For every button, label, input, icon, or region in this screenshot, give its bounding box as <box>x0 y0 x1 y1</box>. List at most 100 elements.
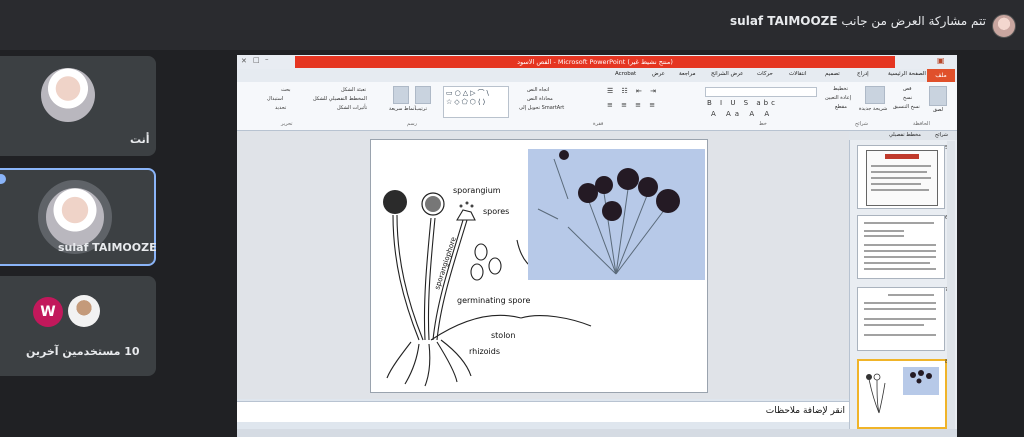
font-group-label: خط <box>759 121 767 127</box>
powerpoint-window: ✕ □ – ▣ الفص الاسود - Microsoft PowerPoi… <box>237 55 957 437</box>
editing-group-label: تحرير <box>281 121 293 127</box>
current-slide[interactable]: sporangium spores sporangiophore germina… <box>370 139 708 393</box>
tile-label-sulaf: sulaf TAIMOOZE <box>58 241 157 254</box>
microscope-image <box>528 149 705 280</box>
thumbnail-text-line <box>871 177 931 179</box>
shapes-gallery[interactable]: ▭○△▷⌒\ ☆◇⬠⬡⟨⟩ <box>443 86 509 118</box>
tab-slideshow[interactable]: عرض الشرائح <box>711 71 743 77</box>
maximize-icon[interactable]: □ <box>253 56 260 64</box>
format-painter-button[interactable]: نسخ التنسيق <box>893 104 920 110</box>
cut-button[interactable]: قص <box>903 86 912 92</box>
minimize-icon[interactable]: – <box>265 55 269 63</box>
ribbon: لصق قص نسخ نسخ التنسيق الحافظة شريحة جدي… <box>237 82 957 131</box>
thumbnail-title-bar <box>885 154 919 159</box>
slide-thumbnail-8-selected[interactable] <box>857 359 947 429</box>
shape-effects-button[interactable]: تأثيرات الشكل <box>337 105 367 111</box>
tab-design[interactable]: تصميم <box>825 71 840 77</box>
paste-label: لصق <box>933 107 944 113</box>
notes-pane[interactable]: انقر لإضافة ملاحظات <box>237 401 851 422</box>
label-germinating-spore: germinating spore <box>457 296 530 305</box>
label-spores: spores <box>483 207 509 216</box>
tab-outline[interactable]: مخطط تفصيلي <box>889 132 921 138</box>
thumbnail-text-line <box>871 171 927 173</box>
label-sporangium: sporangium <box>453 186 501 195</box>
font-name-field[interactable] <box>705 87 817 97</box>
slides-group-label: شرائح <box>855 121 868 127</box>
tab-home[interactable]: الصفحة الرئيسية <box>888 71 926 77</box>
copy-button[interactable]: نسخ <box>903 95 912 101</box>
status-bar <box>237 429 957 437</box>
thumbnail-text-line <box>864 256 936 258</box>
replace-button[interactable]: استبدال <box>267 96 283 102</box>
presenter-prefix: تتم مشاركة العرض من جانب <box>841 14 986 28</box>
smartart-button[interactable]: تحويل إلى SmartArt <box>519 105 564 111</box>
thumbnail-text-line <box>864 308 936 310</box>
tab-animations[interactable]: حركات <box>757 71 773 77</box>
presenter-avatar <box>992 14 1016 38</box>
tab-view[interactable]: عرض <box>652 71 665 77</box>
paste-icon[interactable] <box>929 86 947 106</box>
reset-button[interactable]: إعادة التعيين <box>825 95 851 101</box>
label-stolon: stolon <box>491 331 515 340</box>
shape-fill-button[interactable]: تعبئة الشكل <box>341 87 366 93</box>
clipboard-group-label: الحافظة <box>913 121 930 127</box>
shape-outline-button[interactable]: المخطط التفصيلي للشكل <box>313 96 367 102</box>
slide-thumbnail-5[interactable] <box>857 145 945 209</box>
section-button[interactable]: مقطع <box>835 104 847 110</box>
thumbnail-scrollbar[interactable] <box>947 141 955 429</box>
new-slide-icon[interactable] <box>865 86 885 104</box>
thumbnail-text-line <box>864 302 936 304</box>
paragraph-group-label: فقرة <box>593 121 604 127</box>
avatar <box>41 68 95 122</box>
quick-styles-icon[interactable] <box>393 86 409 104</box>
align-icons[interactable]: ≡ ≡ ≡ ≡ <box>607 101 658 109</box>
thumbnail-text-line <box>864 324 924 326</box>
arrange-label: ترتيب <box>415 106 427 112</box>
select-button[interactable]: تحديد <box>275 105 286 111</box>
slide-thumbnail-6[interactable] <box>857 215 945 279</box>
font-format-icons[interactable]: B I U S abc <box>707 99 778 107</box>
thumbnail-text-line <box>864 235 904 237</box>
thumbnail-text-line <box>871 183 921 185</box>
avatar-w: W <box>33 297 63 327</box>
layout-button[interactable]: تخطيط <box>833 86 848 92</box>
close-icon[interactable]: ✕ <box>241 57 247 65</box>
tab-transitions[interactable]: انتقالات <box>789 71 807 77</box>
tab-insert[interactable]: إدراج <box>857 71 869 77</box>
slide-thumbnail-7[interactable] <box>857 287 945 351</box>
list-icons[interactable]: ☰ ☷ ⇤ ⇥ <box>607 87 659 95</box>
thumbnail-micrograph-drawing <box>910 370 932 384</box>
thumbnail-text-line <box>871 165 931 167</box>
presenter-name: sulaf TAIMOOZE <box>730 14 838 28</box>
micrograph-drawing <box>537 150 680 275</box>
thumbnail-tabs: شرائح مخطط تفصيلي <box>849 131 957 140</box>
tab-slides[interactable]: شرائح <box>935 132 948 138</box>
powerpoint-logo-icon: ▣ <box>937 56 945 65</box>
thumbnail-text-line <box>864 268 936 270</box>
tab-file[interactable]: ملف <box>927 69 955 82</box>
shapes-icons: ☆◇⬠⬡⟨⟩ <box>446 98 488 106</box>
presenter-banner: تتم مشاركة العرض من جانب sulaf TAIMOOZE <box>730 14 986 28</box>
arrange-icon[interactable] <box>415 86 431 104</box>
thumbnail-text-line <box>864 250 936 252</box>
thumbnail-diagram-drawing <box>866 373 886 414</box>
others-count-label: 10 مستخدمين آخرين <box>26 345 140 358</box>
window-title: الفص الاسود - Microsoft PowerPoint (منتج… <box>295 56 895 68</box>
tab-acrobat[interactable]: Acrobat <box>615 71 636 77</box>
tab-review[interactable]: مراجعة <box>679 71 696 77</box>
thumbnail-diagram <box>863 369 897 419</box>
notes-placeholder: انقر لإضافة ملاحظات <box>765 406 845 416</box>
label-rhizoids: rhizoids <box>469 347 500 356</box>
avatar <box>68 295 100 327</box>
shapes-icons: ▭○△▷⌒\ <box>446 89 491 97</box>
thumbnail-text-line <box>864 230 904 232</box>
thumbnail-text-line <box>864 318 936 320</box>
thumbnail-micrograph <box>903 367 939 395</box>
new-slide-label: شريحة جديدة <box>859 106 888 112</box>
text-direction-button[interactable]: اتجاه النص <box>527 87 549 93</box>
find-button[interactable]: بحث <box>281 87 291 93</box>
thumbnail-text-line <box>871 189 929 191</box>
align-text-button[interactable]: محاذاة النص <box>527 96 553 102</box>
font-size-icons[interactable]: A Aa A A <box>711 110 773 118</box>
thumbnail-text-line <box>864 222 934 224</box>
